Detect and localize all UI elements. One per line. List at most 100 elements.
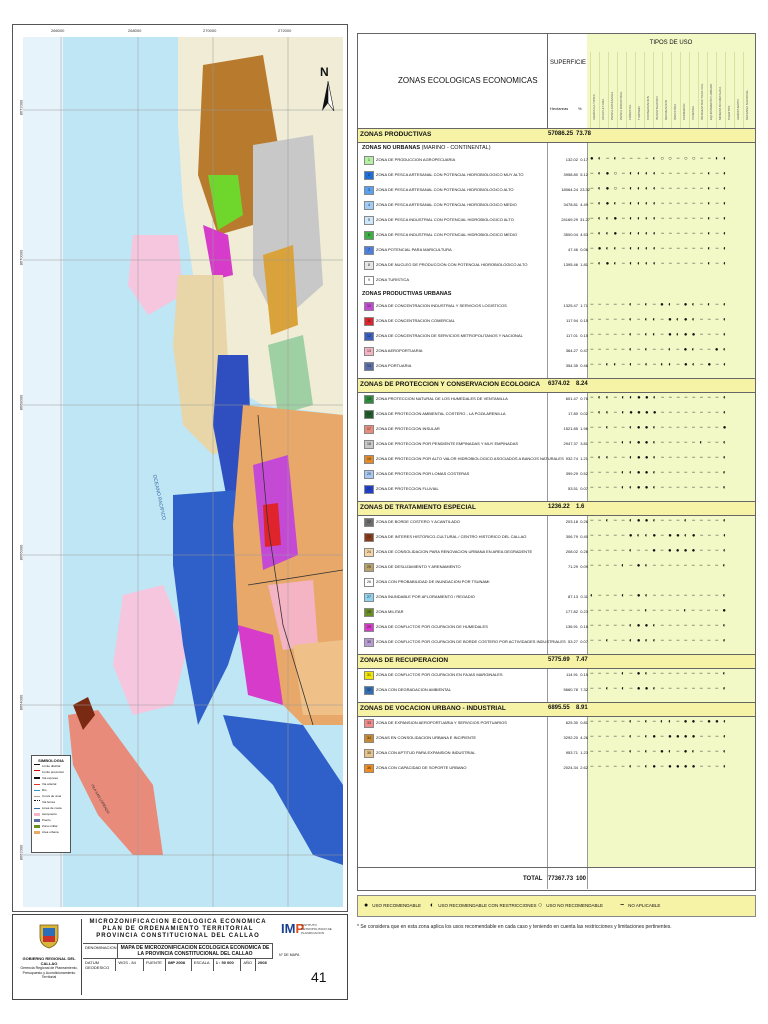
zone-name: ZONA CON CAPACIDAD DE SOPORTE URBANO <box>376 765 467 770</box>
zone-uses: − − ◐ − ◐ − ● ● ◐ − − − − − − − − ◐ <box>590 686 728 692</box>
zone-percent: 3.81 <box>580 441 588 446</box>
zone-hectares: 306.79 <box>565 534 578 539</box>
zone-name: ZONA DE CONCENTRACION INDUSTRIAL Y SERVI… <box>376 303 507 308</box>
zone-swatch: 22 <box>364 518 374 527</box>
zone-uses <box>590 578 750 586</box>
scale-label: ESCALA <box>192 959 214 971</box>
coat-of-arms-icon <box>39 924 59 949</box>
title-block: GOBIERNO REGIONAL DEL CALLAO Gerencia Re… <box>12 914 348 1000</box>
zone-percent: 0.09 <box>580 564 588 569</box>
zone-swatch: 26 <box>364 578 374 587</box>
zone-row: 7 ZONA POTENCIAL PARA MARICULTURA 47.46 0.0… <box>358 244 755 256</box>
zone-hectares: 3478.81 <box>563 202 578 207</box>
zone-name: ZONA PROTECCION NATURAL DE LOS HUMEDALES… <box>376 396 508 401</box>
use-legend-label: USO RECOMENDABLE CON RESTRICCIONES <box>438 903 537 908</box>
zone-row: 30 ZONA DE CONFLICTOS POR OCUPACION DE BO… <box>358 636 755 648</box>
section-label: ZONAS DE TRATAMIENTO ESPECIAL <box>360 504 476 511</box>
zone-uses: − − − − − − − ◐ − − − − ◐ − − − − ● <box>590 608 728 614</box>
zone-swatch: 14 <box>364 362 374 371</box>
zone-name: ZONA DE PESCA ARTESANAL CON POTENCIAL HI… <box>376 202 517 207</box>
zone-row: 3 ZONA DE PESCA ARTESANAL CON POTENCIAL H… <box>358 184 755 196</box>
zone-swatch: 15 <box>364 395 374 404</box>
zone-swatch: 28 <box>364 608 374 617</box>
zone-percent: 1.23 <box>580 750 588 755</box>
zone-name: ZONA CON APTITUD PARA EXPANSION INDUSTRI… <box>376 750 476 755</box>
zone-percent: 1.21 <box>580 456 588 461</box>
zone-uses: − − − − − ◐ − ◐ ◐ − ● ◐ ● ● − − − ◐ <box>590 332 728 338</box>
zone-uses: − − − − − ◐ − ◐ ● − ● ● ● ● − − − ◐ <box>590 764 728 770</box>
section-header: ZONAS DE TRATAMIENTO ESPECIAL 1236.22 1.6 <box>358 501 755 516</box>
source-label: FUENTE <box>144 959 166 971</box>
zone-hectares: 364.27 <box>565 348 578 353</box>
footnote: * Se considera que en esta zona aplica l… <box>357 924 672 930</box>
zone-hectares: 399.29 <box>565 471 578 476</box>
zone-swatch: 20 <box>364 470 374 479</box>
zone-uses: − ● ◐ ◐ − ◐ ◐ ◐ ◐ − − − − − − ◐ − ◐ <box>590 246 728 252</box>
zone-percent: 0.07 <box>580 639 588 644</box>
use-legend-item: ○ USO NO RECOMENDABLE <box>538 902 603 909</box>
zone-uses: − − ◐ − − ◐ ● ● ◐ − − − ◐ − − − − ◐ <box>590 518 728 524</box>
zone-name: ZONA DE INTERES HISTORICO-CULTURAL / CEN… <box>376 534 527 539</box>
zone-row: 32 ZONA CON DEGRADACION AMBIENTAL 5660.78 7… <box>358 684 755 696</box>
zone-row: 13 ZONA AEROPORTUARIA 364.27 0.47− − − − − … <box>358 345 755 357</box>
zone-row: 25 ZONA DE DESLIZAMIENTO Y ARENAMIENTO 71.… <box>358 561 755 573</box>
zone-row: 6 ZONA DE PESCA INDUSTRIAL CON POTENCIAL … <box>358 229 755 241</box>
zone-hectares: 1521.85 <box>563 426 578 431</box>
zone-name: ZONA DE DESLIZAMIENTO Y ARENAMIENTO <box>376 564 461 569</box>
zone-uses: ◐ − − − ◐ − ● ◐ − − − − − − − − − ◐ <box>590 593 728 599</box>
zone-row: 23 ZONA DE INTERES HISTORICO-CULTURAL / C… <box>358 531 755 543</box>
zone-hectares: 136.91 <box>565 624 578 629</box>
zone-percent: 0.26 <box>580 519 588 524</box>
zone-swatch: 19 <box>364 455 374 464</box>
zone-swatch: 33 <box>364 719 374 728</box>
zone-hectares: 17.80 <box>567 411 578 416</box>
zone-swatch: 36 <box>364 764 374 773</box>
use-column-header: DEFENSA NACIONAL <box>743 52 753 128</box>
zone-swatch: 21 <box>364 485 374 494</box>
subsection-label: ZONAS NO URBANAS (MARINO - CONTINENTAL) <box>362 145 491 151</box>
zone-hectares: 3292.20 <box>563 735 578 740</box>
zone-percent: 31.27 <box>580 217 591 222</box>
zone-row: 27 ZONA INUNDABLE POR AFLORAMIENTO / REGA… <box>358 591 755 603</box>
section-label: ZONAS DE RECUPERACION <box>360 657 449 664</box>
map-number: 41 <box>311 969 327 985</box>
section-label: ZONAS PRODUCTIVAS <box>360 131 432 138</box>
subsection-label: ZONAS PRODUCTIVAS URBANAS <box>362 291 452 297</box>
table-header: ZONAS ECOLOGICAS ECONOMICAS SUPERFICIE H… <box>358 34 755 129</box>
north-arrow-icon: N <box>313 65 343 125</box>
zone-uses: − − − − ◐ − ● ◐ − − − − − − − − − ◐ <box>590 563 728 569</box>
zone-uses: − − − − − ◐ − ◐ − ● ◐ − ● ◐ − − − ◐ <box>590 749 728 755</box>
zone-row: 29 ZONA DE CONFLICTOS POR OCUPACION DE HU… <box>358 621 755 633</box>
zone-uses: − − − − ◐ ◐ ● ● ◐ − − − − − ◐ − − ◐ <box>590 440 728 446</box>
superficie-header: SUPERFICIE <box>550 60 587 66</box>
section-hectares: 57086.25 <box>548 131 574 137</box>
section-percent: 8.24 <box>576 381 588 387</box>
zone-swatch: 30 <box>364 638 374 647</box>
datum-value: WGS - 84 <box>116 959 144 971</box>
zone-uses: − ◐ ● ○ − ◐ ◐ ◐ ◐ − − − − − − ◐ − ◐ <box>590 171 728 177</box>
use-legend-symbol: ○ <box>538 902 543 909</box>
zone-name: ZONA DE NUCLEO DE PRODUCCION CON POTENCI… <box>376 262 528 267</box>
zone-name: ZONA CON DEGRADACION AMBIENTAL <box>376 687 452 692</box>
total-label: TOTAL <box>523 876 543 882</box>
section-hectares: 6895.55 <box>548 705 570 711</box>
use-legend-symbol: − <box>620 902 625 909</box>
zone-row: 12 ZONA DE CONCENTRACION DE SERVICIOS MET… <box>358 330 755 342</box>
zone-hectares: 114.91 <box>566 672 578 677</box>
zone-swatch: 17 <box>364 425 374 434</box>
zone-row: 31 ZONA DE CONFLICTOS POR OCUPACION EN FA… <box>358 669 755 681</box>
year-value: 2008 <box>257 960 267 965</box>
zone-uses: − − ◐ ◐ − ◐ − ◐ − ◐ ◐ − ● ◐ − ● − ◐ <box>590 362 729 368</box>
zone-row: 5 ZONA DE PESCA INDUSTRIAL CON POTENCIAL … <box>358 214 755 226</box>
zone-swatch: 24 <box>364 548 374 557</box>
zone-hectares: 18064.24 <box>561 187 578 192</box>
map-panel: OCEANO PACIFICO ISLA SAN LORENZO 266000 … <box>12 24 348 931</box>
total-hectares: 77367.73 <box>548 876 574 882</box>
zone-row: 11 ZONA DE CONCENTRACION COMERCIAL 117.94 0… <box>358 315 755 327</box>
coord-top-3: 270000 <box>203 28 217 33</box>
zone-swatch: 29 <box>364 623 374 632</box>
zone-row: 10 ZONA DE CONCENTRACION INDUSTRIAL Y SER… <box>358 300 755 312</box>
scale-value: 1 : 50 000 <box>214 959 242 971</box>
zone-hectares: 117.01 <box>566 333 578 338</box>
zone-hectares: 117.94 <box>566 318 578 323</box>
